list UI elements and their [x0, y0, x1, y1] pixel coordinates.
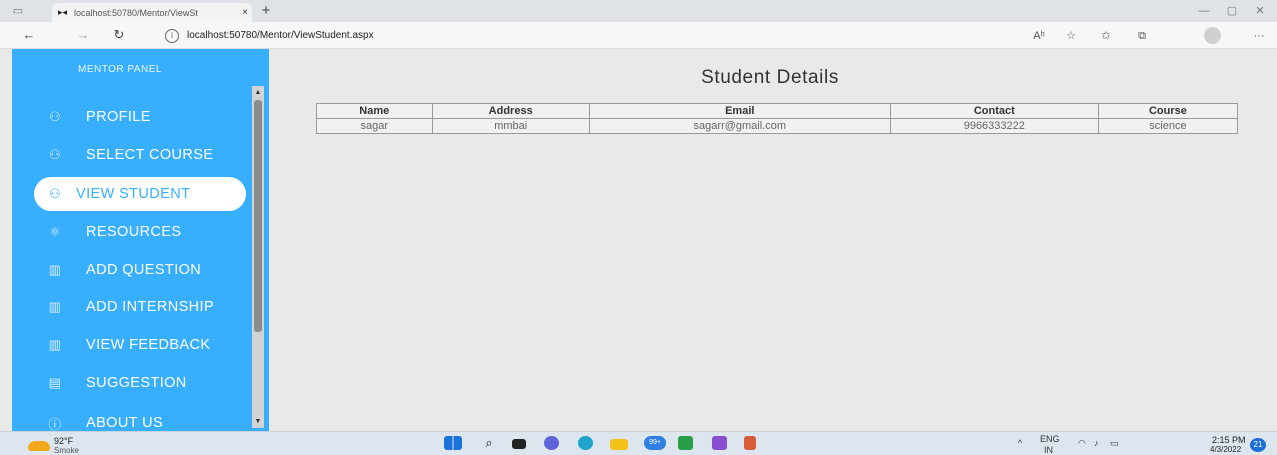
tab-actions-icon[interactable]: ▭: [10, 3, 26, 19]
forward-icon[interactable]: →: [74, 27, 92, 43]
sidebar-item-about-us[interactable]: ⓘ ABOUT US: [24, 406, 264, 431]
scroll-down-icon[interactable]: ▼: [253, 417, 263, 427]
collections-icon[interactable]: ⧉: [1133, 28, 1151, 44]
app-icon[interactable]: [678, 436, 693, 450]
chat-icon[interactable]: [544, 436, 559, 450]
browser-tab[interactable]: ▸◂ localhost:50780/Mentor/ViewSt ×: [52, 3, 252, 22]
cell-contact: 9966333222: [889, 118, 1099, 134]
minimize-icon[interactable]: —: [1196, 3, 1212, 19]
sidebar-item-label: ADD INTERNSHIP: [86, 299, 215, 315]
atom-icon: ⚛: [48, 224, 62, 239]
clock-date[interactable]: 4/3/2022: [1210, 445, 1241, 454]
tab-close-icon[interactable]: ×: [238, 7, 252, 18]
student-table: Name Address Email Contact Course sagar …: [316, 103, 1239, 134]
read-aloud-icon[interactable]: Aʰ: [1030, 28, 1048, 44]
back-icon[interactable]: ←: [20, 27, 38, 43]
cell-address: mmbai: [431, 118, 590, 134]
cell-course: science: [1097, 118, 1239, 134]
language-indicator[interactable]: ENG: [1040, 434, 1060, 444]
column-header-address: Address: [431, 103, 590, 119]
table-header-row: Name Address Email Contact Course: [316, 103, 1239, 119]
person-icon: ⚇: [48, 147, 62, 162]
person-icon: ⚇: [48, 109, 62, 124]
refresh-icon[interactable]: ↻: [110, 27, 128, 43]
visual-studio-icon[interactable]: [712, 436, 727, 450]
panel-title: MENTOR PANEL: [78, 64, 162, 75]
cell-name: sagar: [316, 118, 433, 134]
new-tab-button[interactable]: +: [258, 3, 274, 19]
sidebar-item-label: VIEW STUDENT: [76, 186, 191, 202]
snipping-tool-icon[interactable]: [744, 436, 756, 450]
sidebar-item-label: VIEW FEEDBACK: [86, 337, 211, 353]
tab-title: localhost:50780/Mentor/ViewSt: [74, 7, 198, 18]
note-icon: ▤: [48, 375, 62, 390]
sidebar-item-label: ABOUT US: [86, 415, 164, 431]
sidebar-item-profile[interactable]: ⚇ PROFILE: [24, 100, 264, 134]
tracking-icon[interactable]: ☆: [1062, 28, 1080, 44]
sidebar-scroll-thumb[interactable]: [254, 100, 262, 332]
weather-temperature[interactable]: 92°F: [54, 436, 73, 446]
clock-time[interactable]: 2:15 PM: [1212, 435, 1246, 445]
start-icon[interactable]: [444, 436, 462, 450]
restore-icon[interactable]: ▢: [1224, 3, 1240, 19]
favorites-icon[interactable]: ✩: [1097, 28, 1115, 44]
scroll-up-icon[interactable]: ▲: [253, 88, 263, 98]
cell-email: sagarr@gmail.com: [588, 118, 891, 134]
sidebar-item-view-student[interactable]: ⚇ VIEW STUDENT: [34, 177, 246, 211]
sidebar-item-label: RESOURCES: [86, 224, 182, 240]
sidebar-item-suggestion[interactable]: ▤ SUGGESTION: [24, 366, 264, 400]
page-title: Student Details: [701, 67, 839, 88]
sidebar-item-resources[interactable]: ⚛ RESOURCES: [24, 215, 264, 249]
favicon-icon: ▸◂: [58, 7, 68, 17]
chevron-up-icon[interactable]: ^: [1018, 438, 1022, 448]
site-info-icon[interactable]: i: [165, 29, 179, 43]
sidebar-item-label: ADD QUESTION: [86, 262, 202, 278]
edge-icon[interactable]: [578, 436, 593, 450]
map-icon: ▥: [48, 262, 62, 277]
weather-icon[interactable]: [28, 441, 50, 451]
map-icon: ▥: [48, 337, 62, 352]
sidebar-item-add-question[interactable]: ▥ ADD QUESTION: [24, 253, 264, 287]
file-explorer-icon[interactable]: [610, 439, 628, 450]
column-header-course: Course: [1097, 103, 1239, 119]
column-header-contact: Contact: [889, 103, 1099, 119]
column-header-name: Name: [316, 103, 433, 119]
sidebar-item-select-course[interactable]: ⚇ SELECT COURSE: [24, 138, 264, 172]
wifi-icon[interactable]: ◠: [1078, 438, 1086, 449]
search-icon[interactable]: ⌕: [480, 436, 498, 450]
sidebar-item-label: SELECT COURSE: [86, 147, 214, 163]
notifications-badge[interactable]: 21: [1250, 438, 1266, 452]
map-icon: ▥: [48, 299, 62, 314]
sidebar-item-view-feedback[interactable]: ▥ VIEW FEEDBACK: [24, 328, 264, 362]
store-icon[interactable]: 99+: [644, 436, 666, 450]
battery-icon[interactable]: ▭: [1110, 438, 1119, 449]
sidebar-item-label: SUGGESTION: [86, 375, 187, 391]
info-icon: ⓘ: [48, 416, 62, 432]
sidebar-item-label: PROFILE: [86, 109, 151, 125]
sidebar: ⚇ PROFILE ⚇ SELECT COURSE ⚇ VIEW STUDENT…: [12, 49, 269, 431]
url-text: localhost:50780/Mentor/ViewStudent.aspx: [187, 30, 374, 41]
sidebar-item-add-internship[interactable]: ▥ ADD INTERNSHIP: [24, 290, 264, 324]
table-row: sagar mmbai sagarr@gmail.com 9966333222 …: [316, 118, 1239, 134]
volume-icon[interactable]: ♪: [1094, 438, 1099, 448]
person-icon: ⚇: [48, 186, 62, 201]
column-header-email: Email: [588, 103, 891, 119]
more-menu-icon[interactable]: ···: [1250, 28, 1268, 44]
close-window-icon[interactable]: ✕: [1252, 3, 1268, 19]
url-field[interactable]: i localhost:50780/Mentor/ViewStudent.asp…: [165, 28, 1015, 44]
profile-avatar[interactable]: [1204, 27, 1221, 44]
task-view-icon[interactable]: [512, 439, 526, 449]
